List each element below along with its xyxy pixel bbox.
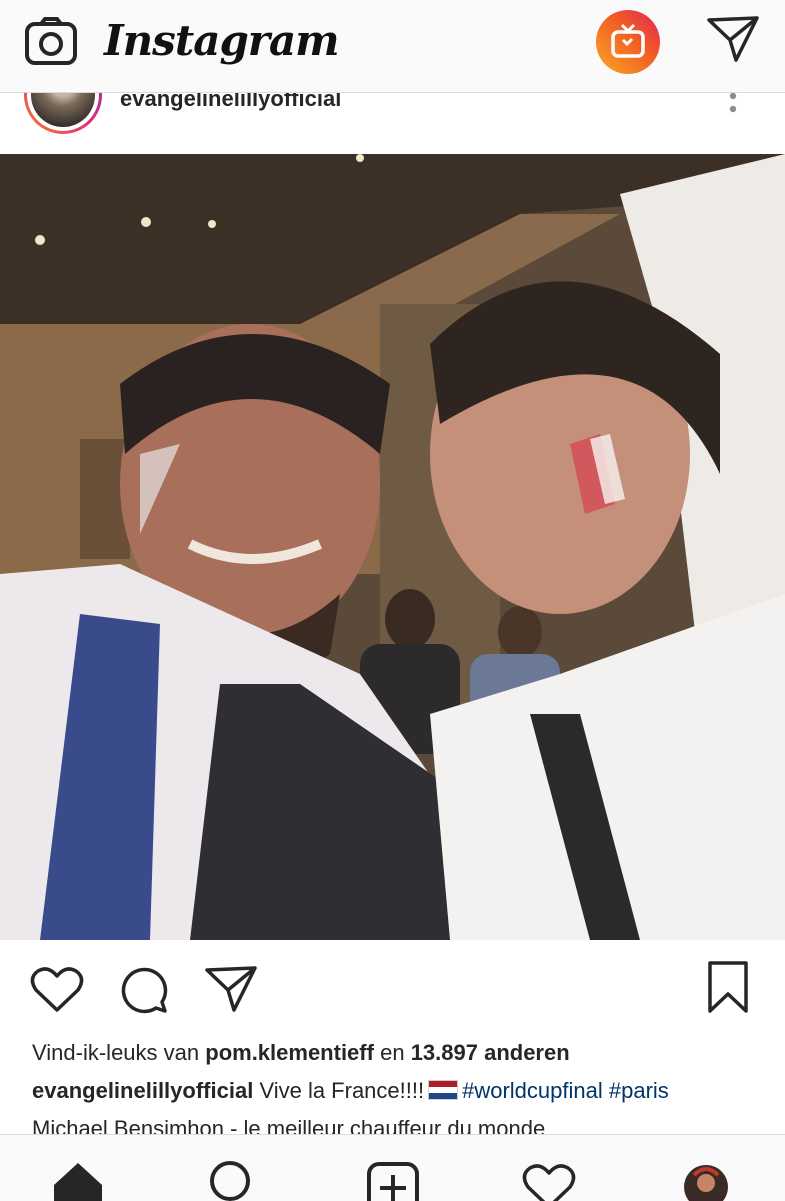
post-username[interactable]: evangelinelillyofficial [120,92,341,112]
user-avatar[interactable] [24,92,102,134]
caption-username[interactable]: evangelinelillyofficial [32,1078,253,1103]
likes-count[interactable]: 13.897 anderen [411,1040,570,1065]
post-header: evangelinelillyofficial [0,92,785,154]
bookmark-icon[interactable] [706,960,750,1014]
avatar-image [31,92,95,127]
profile-avatar[interactable] [682,1163,730,1201]
likes-line: Vind-ik-leuks van pom.klementieff en 13.… [32,1040,570,1066]
bottom-nav [0,1134,785,1201]
likes-middle: en [380,1040,405,1065]
home-icon[interactable] [52,1161,104,1201]
share-icon[interactable] [204,964,258,1014]
app-title: Instagram [104,16,340,65]
like-icon[interactable] [30,966,84,1014]
post-actions [0,940,785,1040]
top-bar: Instagram [0,0,785,93]
post-photo[interactable] [0,154,785,940]
igtv-icon[interactable] [596,10,660,74]
hashtag-paris[interactable]: #paris [609,1078,669,1103]
caption-line-2: Michael Bensimhon - le meilleur chauffeu… [32,1116,546,1134]
hashtag-worldcupfinal[interactable]: #worldcupfinal [462,1078,603,1103]
photo-illustration [0,154,785,940]
more-options-icon[interactable] [726,92,740,122]
comment-icon[interactable] [118,964,170,1016]
likes-prefix: Vind-ik-leuks van [32,1040,200,1065]
direct-message-icon[interactable] [706,14,760,64]
nl-flag-icon [428,1080,459,1100]
search-icon[interactable] [208,1159,256,1201]
caption: evangelinelillyofficial Vive la France!!… [32,1078,669,1104]
new-post-icon[interactable] [366,1161,420,1201]
activity-icon[interactable] [522,1163,576,1201]
caption-text: Vive la France!!!! [259,1078,425,1103]
camera-icon[interactable] [24,16,78,66]
liked-by-user[interactable]: pom.klementieff [205,1040,374,1065]
